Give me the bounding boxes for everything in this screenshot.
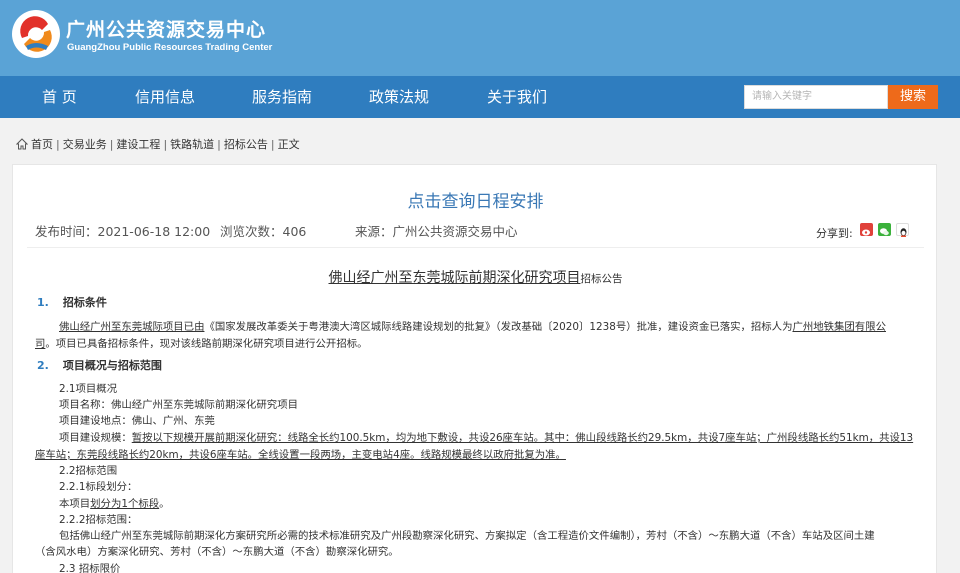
project-scale-line1: 项目建设规模：暂按以下规模开展前期深化研究：线路全长约100.5km，均为地下敷… bbox=[59, 432, 914, 444]
article-panel: 点击查询日程安排 发布时间：2021-06-18 12:00 浏览次数：406 … bbox=[12, 164, 937, 573]
share-label: 分享到: bbox=[816, 227, 853, 240]
breadcrumb-separator: | bbox=[163, 137, 168, 151]
site-title: 广州公共资源交易中心 bbox=[66, 19, 267, 41]
document-title-suffix: 招标公告 bbox=[580, 273, 623, 285]
breadcrumb-current: 正文 bbox=[277, 138, 300, 151]
article-source: 来源：广州公共资源交易中心 bbox=[355, 224, 518, 239]
search-button[interactable]: 搜索 bbox=[888, 85, 938, 109]
breadcrumb-separator: | bbox=[56, 137, 60, 151]
subsection-2-2: 2.2招标范围 bbox=[59, 465, 118, 477]
meta-divider bbox=[27, 247, 924, 248]
section1-paragraph-line2: 司。项目已具备招标条件，现对该线路前期深化研究项目进行公开招标。 bbox=[35, 338, 368, 350]
section-heading-2: 2. 项目概况与招标范围 bbox=[37, 359, 162, 372]
subsection-2-1: 2.1项目概况 bbox=[59, 383, 118, 395]
nav-item-about-us[interactable]: 关于我们 bbox=[487, 76, 547, 118]
subsection-2-3: 2.3 招标限价 bbox=[59, 563, 121, 573]
nav-item-policies[interactable]: 政策法规 bbox=[369, 76, 429, 118]
logo-emblem-icon bbox=[14, 12, 58, 56]
search-input[interactable]: 请输入关键字 bbox=[744, 85, 888, 109]
nav-item-home[interactable]: 首 页 bbox=[42, 76, 77, 118]
project-name: 项目名称：佛山经广州至东莞城际前期深化研究项目 bbox=[59, 399, 298, 411]
breadcrumb-construction[interactable]: 建设工程 bbox=[116, 136, 160, 152]
qq-icon[interactable] bbox=[896, 223, 909, 237]
document-title: 佛山经广州至东莞城际前期深化研究项目招标公告 bbox=[13, 267, 938, 287]
section-heading-1: 1. 招标条件 bbox=[37, 296, 107, 309]
nav-item-credit-info[interactable]: 信用信息 bbox=[135, 76, 195, 118]
site-logo[interactable] bbox=[12, 10, 60, 58]
breadcrumb-separator: | bbox=[109, 137, 114, 151]
view-count: 浏览次数：406 bbox=[220, 224, 307, 239]
schedule-link[interactable]: 点击查询日程安排 bbox=[13, 187, 938, 212]
scope-line2: （含风水电）方案深化研究、芳村（不含）～东鹏大道（不含）勘察深化研究。 bbox=[35, 546, 399, 558]
lot-division: 本项目划分为1个标段。 bbox=[59, 498, 170, 510]
wechat-icon[interactable] bbox=[878, 223, 891, 236]
publish-time: 发布时间：2021-06-18 12:00 bbox=[35, 224, 211, 239]
subsection-2-2-2: 2.2.2招标范围： bbox=[59, 514, 138, 526]
document-title-main: 佛山经广州至东莞城际前期深化研究项目 bbox=[328, 270, 581, 286]
scope-line1: 包括佛山经广州至东莞城际前期深化方案研究所必需的技术标准研究及广州段勘察深化研究… bbox=[59, 530, 875, 542]
site-subtitle: GuangZhou Public Resources Trading Cente… bbox=[67, 42, 273, 53]
section1-paragraph-line1: 佛山经广州至东莞城际项目已由《国家发展改革委关于粤港澳大湾区城际线路建设规划的批… bbox=[59, 321, 886, 333]
project-location: 项目建设地点：佛山、广州、东莞 bbox=[59, 415, 215, 427]
project-scale-line2: 座车站；东莞段线路长约20km，共设6座车站。全线设置一段两场，主变电站4座。线… bbox=[35, 449, 566, 461]
breadcrumb-trading[interactable]: 交易业务 bbox=[63, 136, 107, 152]
breadcrumb-separator: | bbox=[217, 137, 221, 151]
breadcrumb: 首页 | 交易业务 | 建设工程 | 铁路轨道 | 招标公告 | 正文 bbox=[16, 135, 300, 153]
home-icon bbox=[16, 138, 28, 150]
subsection-2-2-1: 2.2.1标段划分： bbox=[59, 481, 138, 493]
breadcrumb-separator: | bbox=[270, 137, 275, 151]
breadcrumb-home[interactable]: 首页 bbox=[31, 136, 53, 152]
site-header: 广州公共资源交易中心 GuangZhou Public Resources Tr… bbox=[0, 0, 960, 76]
weibo-icon[interactable] bbox=[860, 223, 873, 236]
breadcrumb-tender-notice[interactable]: 招标公告 bbox=[224, 136, 268, 152]
breadcrumb-railway[interactable]: 铁路轨道 bbox=[170, 136, 214, 152]
nav-item-service-guide[interactable]: 服务指南 bbox=[252, 76, 312, 118]
